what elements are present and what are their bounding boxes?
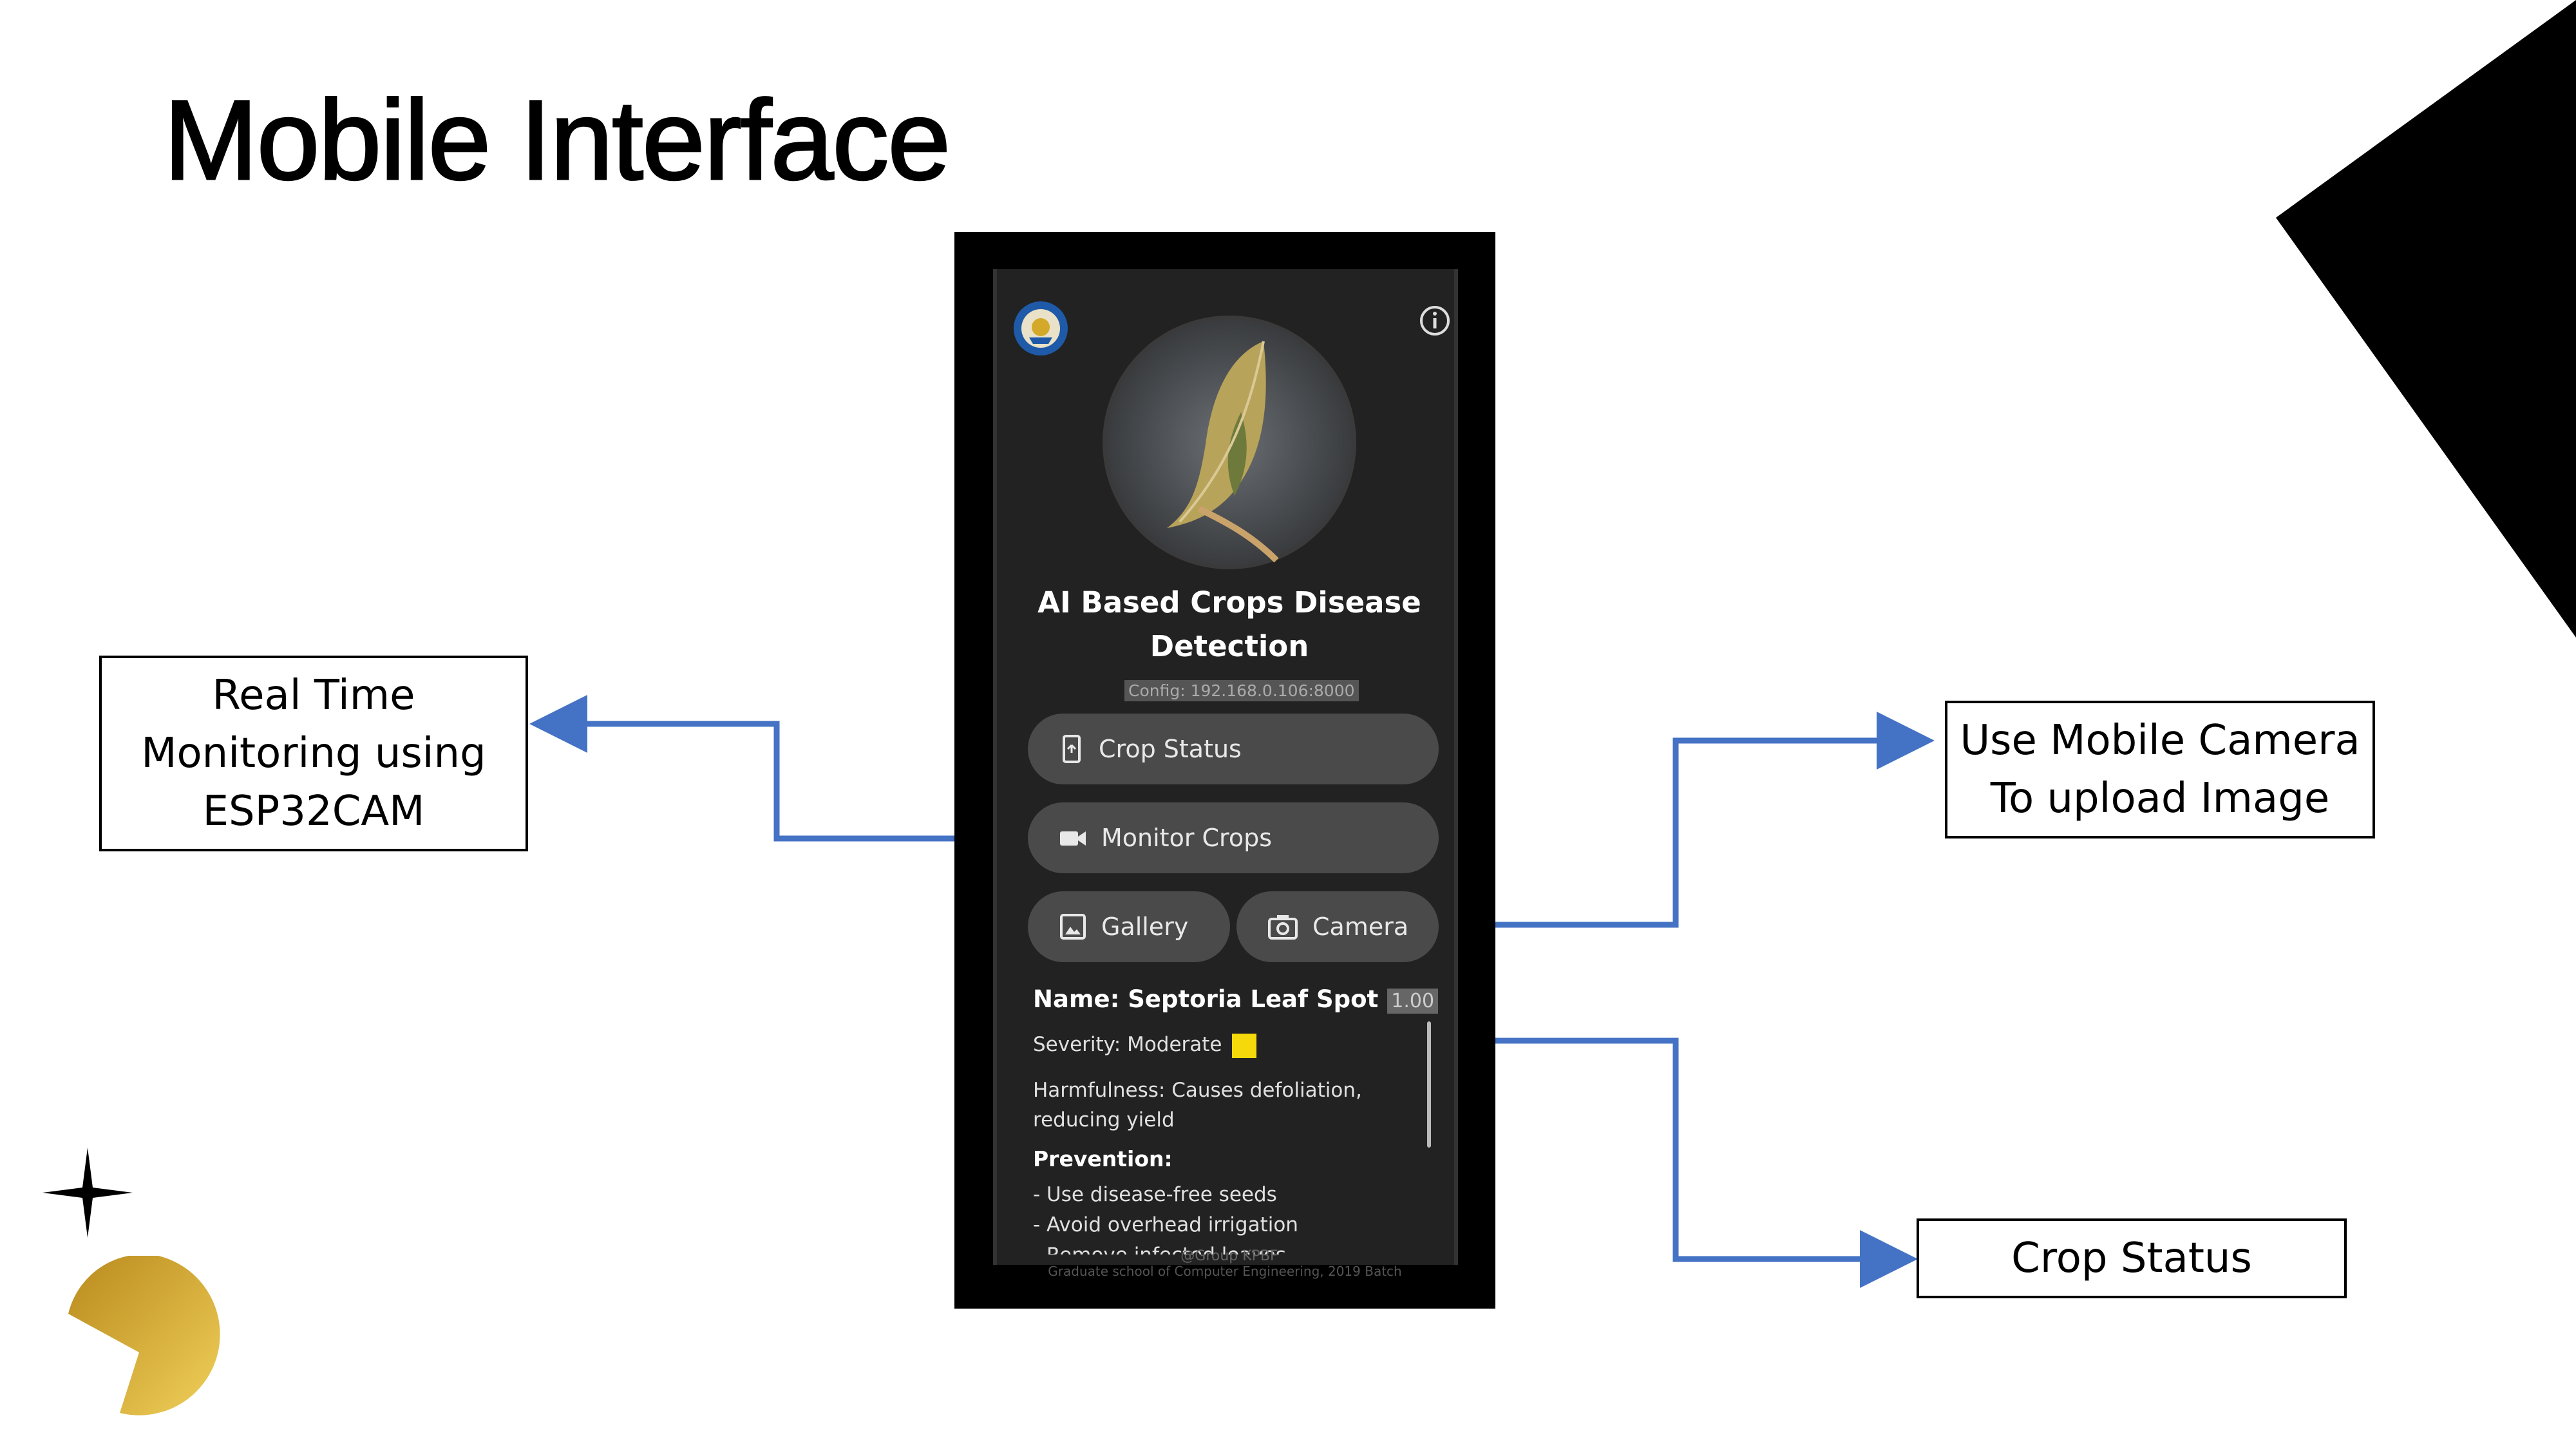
university-seal-icon: [1014, 301, 1068, 355]
prevention-title: Prevention:: [1033, 1146, 1173, 1171]
severity-text: Severity: Moderate: [1033, 1033, 1222, 1056]
monitor-crops-label: Monitor Crops: [1101, 824, 1273, 852]
app-title-line: Detection: [1150, 629, 1309, 663]
harmfulness-text: Harmfulness: Causes defoliation, reducin…: [1033, 1075, 1362, 1135]
arrow-monitor-to-realtime: [529, 695, 1021, 842]
app-title: AI Based Crops Disease Detection: [997, 581, 1458, 668]
phone-screen: AI Based Crops Disease Detection Config:…: [985, 261, 1466, 1273]
arrow-result-to-crop-status: [1435, 1037, 1918, 1288]
disease-name: Name: Septoria Leaf Spot: [1033, 985, 1379, 1013]
callout-mobile-camera: Use Mobile Camera To upload Image: [1945, 701, 2375, 838]
callout-line: ESP32CAM: [202, 788, 425, 835]
callout-line: Monitoring using: [141, 730, 486, 777]
callout-crop-status: Crop Status: [1917, 1218, 2347, 1298]
callout-line: Real Time: [212, 672, 415, 719]
harmfulness-line: reducing yield: [1033, 1108, 1175, 1132]
prevention-list: - Use disease-free seeds - Avoid overhea…: [1033, 1180, 1298, 1255]
footer-group: @Group KPBF: [1180, 1248, 1278, 1264]
harmfulness-line: Harmfulness: Causes defoliation,: [1033, 1079, 1362, 1102]
footer-school: Graduate school of Computer Engineering,…: [1048, 1264, 1402, 1279]
severity-line: Severity: Moderate: [1033, 1033, 1257, 1058]
phone-status-icon: [1063, 735, 1081, 763]
result-scrollbar[interactable]: [1427, 1021, 1431, 1148]
result-name: Name: Septoria Leaf Spot 1.00: [1033, 985, 1439, 1014]
prevention-item: - Avoid overhead irrigation: [1033, 1213, 1298, 1236]
callout-line: To upload Image: [1990, 775, 2330, 822]
prevention-item: - Use disease-free seeds: [1033, 1183, 1277, 1206]
camera-button[interactable]: Camera: [1236, 891, 1439, 962]
gallery-button[interactable]: Gallery: [1028, 891, 1230, 962]
video-camera-icon: [1060, 831, 1086, 846]
app-title-line: AI Based Crops Disease: [1037, 585, 1421, 620]
confidence-badge: 1.00: [1387, 989, 1439, 1014]
config-address: Config: 192.168.0.106:8000: [1124, 680, 1359, 701]
gallery-label: Gallery: [1101, 913, 1189, 941]
monitor-crops-button[interactable]: Monitor Crops: [1028, 802, 1439, 873]
camera-icon: [1268, 915, 1298, 940]
crop-status-button[interactable]: Crop Status: [1028, 714, 1439, 784]
severity-color-swatch: [1232, 1033, 1257, 1058]
info-icon[interactable]: [1418, 304, 1452, 337]
callout-line: Crop Status: [2011, 1235, 2252, 1282]
gallery-icon: [1060, 914, 1086, 940]
crop-status-label: Crop Status: [1099, 735, 1242, 763]
callout-realtime-monitoring: Real Time Monitoring using ESP32CAM: [99, 656, 528, 851]
leaf-image-avatar: [1103, 316, 1356, 569]
camera-label: Camera: [1312, 913, 1409, 941]
callout-line: Use Mobile Camera: [1960, 717, 2360, 764]
